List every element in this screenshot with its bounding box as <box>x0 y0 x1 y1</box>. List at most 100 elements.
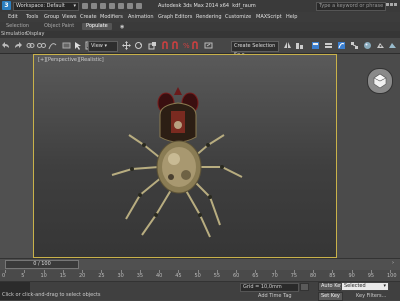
ruler-tick-label: 5 <box>21 273 25 279</box>
undo-icon[interactable] <box>109 3 115 9</box>
ruler-tick-label: 30 <box>117 273 124 279</box>
tab-display[interactable]: Display <box>26 31 44 38</box>
menu-edit[interactable]: Edit <box>8 14 18 20</box>
perspective-viewport[interactable]: [+][Perspective][Realistic] <box>33 54 337 258</box>
menu-customize[interactable]: Customize <box>225 14 251 20</box>
menu-group[interactable]: Group <box>44 14 59 20</box>
tab-selection[interactable]: Selection <box>2 23 33 30</box>
track-bar[interactable]: 0 5 10 15 20 25 30 35 40 45 50 55 60 65 70 75 80 85 90 95 10… <box>0 270 400 282</box>
key-set-label: Selected <box>344 283 366 289</box>
new-file-icon[interactable] <box>82 3 88 9</box>
app-title: Autodesk 3ds Max 2014 x64 <box>158 3 230 9</box>
left-panel <box>0 54 33 258</box>
menu-help[interactable]: Help <box>286 14 297 20</box>
ribbon-tabs: Selection Object Paint Populate ◉ <box>0 22 400 31</box>
spider-abdomen <box>156 140 202 194</box>
workspace-dropdown[interactable]: Workspace: Default ▾ <box>13 2 79 11</box>
menu-animation[interactable]: Animation <box>128 14 154 20</box>
ruler-tick-label: 95 <box>367 273 375 279</box>
more-icon[interactable] <box>136 3 142 9</box>
save-icon[interactable] <box>100 3 106 9</box>
key-set-dropdown[interactable]: Selected ▾ <box>341 282 389 291</box>
undo-icon[interactable] <box>2 41 11 50</box>
menu-graph-editors[interactable]: Graph Editors <box>158 14 192 20</box>
reference-coordinate-dropdown[interactable]: View ▾ <box>88 41 118 52</box>
menu-views[interactable]: Views <box>62 14 76 20</box>
redo-icon[interactable] <box>118 3 124 9</box>
redo-icon[interactable] <box>13 41 22 50</box>
named-selection-set-dropdown[interactable]: Create Selection Se ▾ <box>231 41 279 58</box>
add-time-tag-button[interactable]: Add Time Tag <box>258 293 292 299</box>
app-logo-icon[interactable]: 3 <box>2 1 11 10</box>
edit-named-selection-icon[interactable] <box>204 41 213 50</box>
ruler-tick-label: 50 <box>194 273 201 279</box>
reference-coordinate-label: View <box>91 43 103 49</box>
scene-model[interactable] <box>34 55 337 258</box>
align-icon[interactable] <box>295 41 304 50</box>
layer-explorer-icon[interactable] <box>324 41 333 50</box>
snap-toggle-icon[interactable] <box>162 41 171 50</box>
ruler-tick-label: 100 <box>387 273 397 279</box>
spider-head <box>157 87 199 143</box>
ruler-tick-label: 25 <box>98 273 105 279</box>
percent-snap-icon[interactable]: % <box>182 41 191 50</box>
select-object-icon[interactable] <box>74 41 83 50</box>
viewcube-icon[interactable] <box>367 68 393 94</box>
select-link-icon[interactable] <box>26 41 35 50</box>
status-message: Click or click-and-drag to select object… <box>2 292 101 298</box>
ruler-tick-label: 70 <box>271 273 278 279</box>
file-name: kdf_raum <box>232 3 256 9</box>
key-filters-button[interactable]: Key Filters... <box>356 293 386 299</box>
tab-populate[interactable]: Populate <box>82 23 112 30</box>
grid-size-field: Grid = 10,0mm <box>240 283 299 292</box>
open-file-icon[interactable] <box>91 3 97 9</box>
chevron-down-icon: ▾ <box>73 3 76 9</box>
ruler-tick-label: 60 <box>233 273 240 279</box>
tab-object-paint[interactable]: Object Paint <box>40 23 78 30</box>
scene-explorer-icon[interactable] <box>311 41 320 50</box>
ruler-tick-label: 45 <box>175 273 182 279</box>
ruler-tick-label: 35 <box>136 273 144 279</box>
search-input[interactable]: Type a keyword or phrase <box>316 2 386 11</box>
chevron-down-icon: ▾ <box>383 283 386 289</box>
angle-snap-icon[interactable] <box>172 41 181 50</box>
menu-create[interactable]: Create <box>80 14 97 20</box>
material-editor-icon[interactable] <box>363 41 372 50</box>
tab-simulation[interactable]: Simulation <box>1 31 28 38</box>
ruler-tick-label: 55 <box>213 273 221 279</box>
menu-tools[interactable]: Tools <box>26 14 38 20</box>
window-controls <box>386 2 398 8</box>
time-slider-thumb[interactable]: 0 / 100 <box>5 260 79 269</box>
render-setup-icon[interactable] <box>376 41 385 50</box>
ruler-tick-label: 80 <box>310 273 317 279</box>
ruler-tick-label: 65 <box>252 273 259 279</box>
mirror-icon[interactable] <box>283 41 292 50</box>
selection-filter-icon[interactable] <box>62 41 71 50</box>
minimize-icon[interactable] <box>386 3 389 6</box>
schematic-view-icon[interactable] <box>350 41 359 50</box>
select-and-move-icon[interactable] <box>122 41 131 50</box>
render-frame-icon[interactable] <box>388 41 397 50</box>
maximize-icon[interactable] <box>390 3 393 6</box>
bind-space-warp-icon[interactable] <box>48 41 57 50</box>
chevron-right-icon[interactable]: › <box>392 260 394 266</box>
close-icon[interactable] <box>394 3 397 6</box>
time-slider[interactable]: 0 / 100 › <box>0 258 400 270</box>
menu-modifiers[interactable]: Modifiers <box>100 14 123 20</box>
ruler-tick-label: 0 <box>2 273 6 279</box>
ruler-tick-label: 90 <box>348 273 355 279</box>
key-mode-icon[interactable] <box>300 283 309 291</box>
menu-maxscript[interactable]: MAXScript <box>256 14 282 20</box>
curve-editor-icon[interactable] <box>337 41 346 50</box>
spinner-snap-icon[interactable] <box>192 41 201 50</box>
select-and-scale-icon[interactable] <box>148 41 157 50</box>
ruler-tick-label: 15 <box>59 273 67 279</box>
select-and-rotate-icon[interactable] <box>134 41 143 50</box>
main-toolbar: View ▾ % Create Selection Se ▾ <box>0 38 400 58</box>
project-folder-icon[interactable] <box>127 3 133 9</box>
unlink-icon[interactable] <box>37 41 46 50</box>
window-title: Autodesk 3ds Max 2014 x64 kdf_raum <box>158 3 256 9</box>
ribbon-toggle-icon[interactable]: ◉ <box>120 24 124 30</box>
workspace-label: Workspace: Default <box>16 3 65 9</box>
menu-rendering[interactable]: Rendering <box>196 14 222 20</box>
